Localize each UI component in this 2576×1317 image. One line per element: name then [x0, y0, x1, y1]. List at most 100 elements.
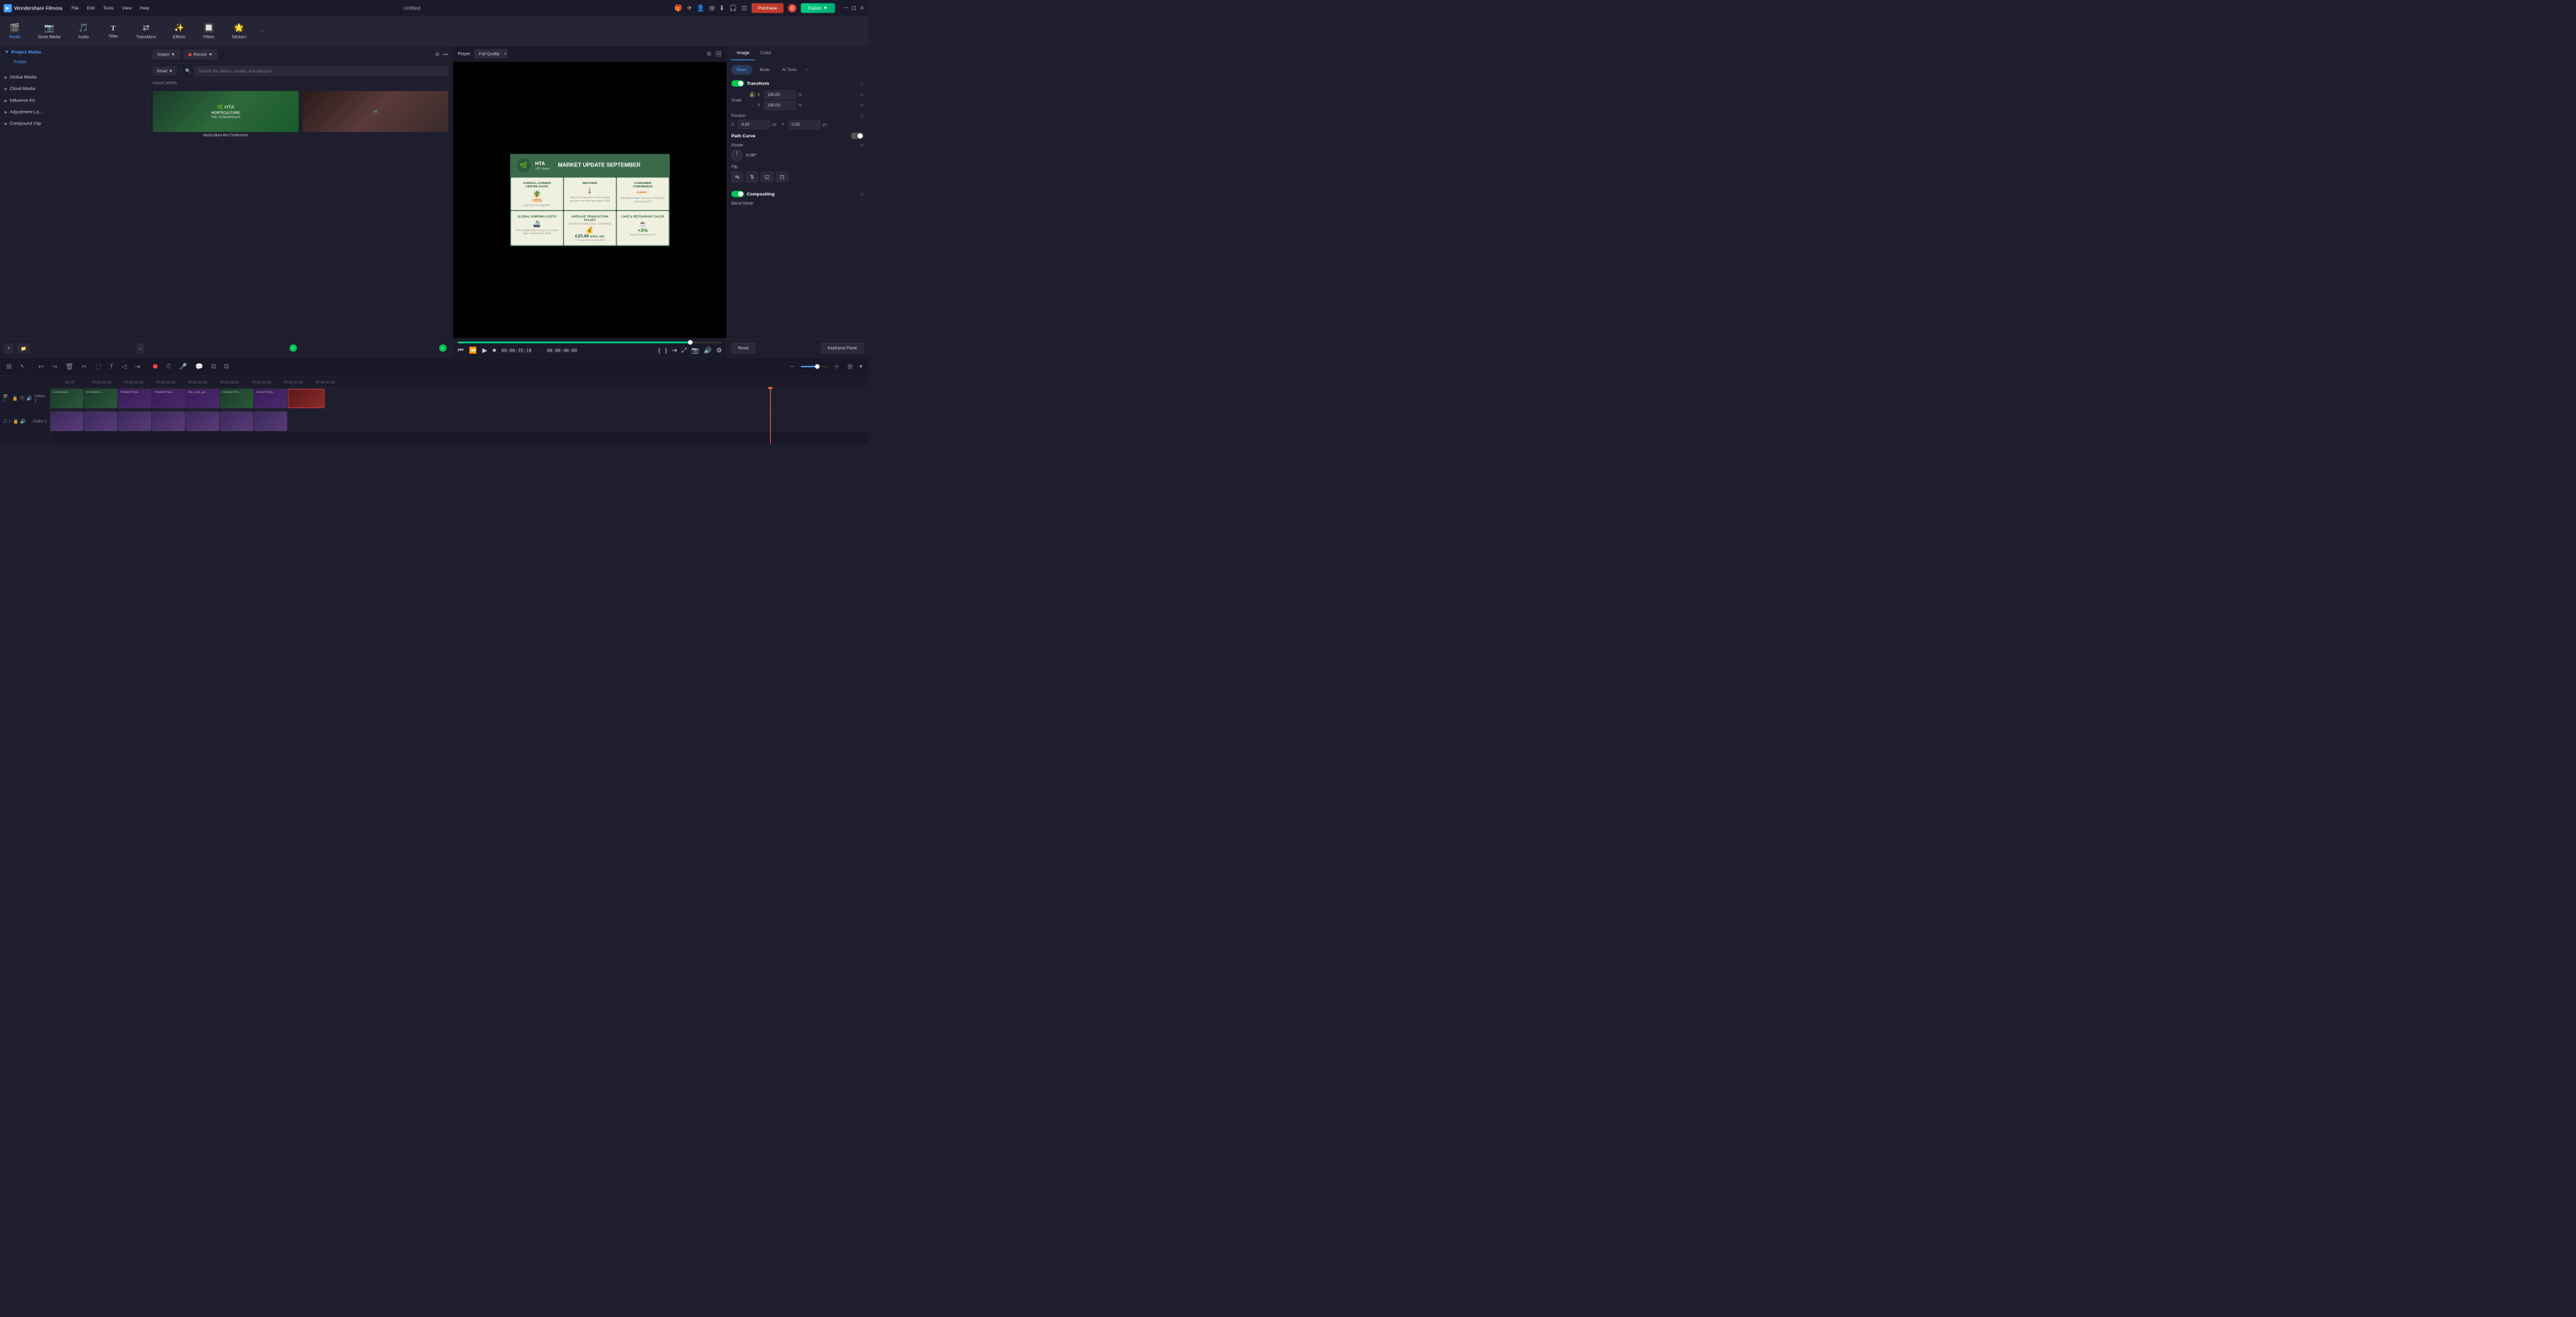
layout-grid-button[interactable]: ⊞ [846, 361, 855, 372]
sub-tab-ai-tools[interactable]: AI Tools [777, 65, 803, 74]
playhead[interactable] [770, 387, 771, 444]
audio-clip-4[interactable] [152, 412, 185, 431]
tree-item-adjustment-layer[interactable]: ▶ Adjustment La... [0, 106, 148, 118]
compositing-diamond-icon[interactable]: ◇ [861, 191, 864, 196]
collapse-panel-button[interactable]: ‹ [137, 344, 145, 354]
speed-button[interactable]: ⏱ [164, 361, 173, 372]
clip-active[interactable] [288, 389, 325, 408]
headphone-icon[interactable]: 🎧 [729, 4, 737, 11]
transform-diamond-icon[interactable]: ◇ [860, 80, 863, 86]
subtitle-button[interactable]: 💬 [194, 361, 205, 372]
download-icon[interactable]: ⬇ [719, 4, 725, 11]
purchase-button[interactable]: Purchase [752, 3, 784, 13]
more-icon[interactable]: ••• [443, 51, 448, 58]
tab-image[interactable]: Image [731, 46, 755, 60]
zoom-thumb[interactable] [815, 364, 819, 369]
copy-button[interactable]: ⧉ [223, 361, 231, 372]
audio-clip-7[interactable] [254, 412, 287, 431]
quality-select[interactable]: Full Quality [474, 49, 507, 58]
send-icon[interactable]: ✈ [687, 4, 692, 11]
skip-back-button[interactable]: ⏮ [457, 346, 463, 354]
record-button[interactable]: Record ▼ [183, 49, 217, 59]
toolbar-more-icon[interactable]: › [259, 26, 265, 37]
toolbar-stock-media[interactable]: 📷 Stock Media [35, 21, 64, 42]
multi-select-button[interactable]: ⇥ [133, 361, 141, 372]
maximize-icon[interactable]: ⊡ [852, 5, 857, 11]
scale-y-input[interactable]: 100.00 [764, 101, 796, 110]
clip-cross-party[interactable]: Cross Party... [254, 389, 287, 408]
audio-clip-3[interactable] [118, 412, 152, 431]
new-folder-button[interactable]: 📁 [18, 344, 30, 354]
markers-button[interactable]: ◁ [120, 361, 129, 372]
media-item-horticulture[interactable]: 🌿 HTA HORTICULTURE THE CONFERENCE ✓ Hort… [153, 91, 299, 353]
select-tool-button[interactable]: ↖ [18, 361, 27, 372]
pip-button[interactable]: ⧉ [210, 361, 218, 372]
toolbar-titles[interactable]: T Titles [103, 22, 123, 41]
search-input[interactable] [194, 66, 448, 76]
zoom-in-button[interactable]: ＋ [832, 360, 842, 373]
compositing-toggle[interactable] [731, 191, 744, 197]
import-button[interactable]: Import ▼ [153, 49, 180, 59]
clip-st-martins[interactable]: St Martins... [84, 389, 117, 408]
lock-audio-icon[interactable]: 🔒 [13, 418, 18, 423]
progress-bar[interactable] [457, 342, 722, 344]
export-button[interactable]: Export ▼ [801, 3, 835, 13]
split-button[interactable]: ✂ [80, 361, 89, 372]
sub-tab-mask[interactable]: Mask [754, 65, 775, 74]
bracket-open-button[interactable]: { [658, 346, 660, 354]
redo-button[interactable]: ↪ [50, 361, 59, 372]
timeline-ruler[interactable]: 00:00 00:00:05:00 00:00:10:00 00:00:15:0… [50, 375, 868, 387]
clip-henilan[interactable]: Henilan Flo... [220, 389, 253, 408]
media-item-2[interactable]: 📹 ✓ [302, 91, 449, 353]
delete-button[interactable]: 🗑 [64, 361, 75, 372]
scale-x-input[interactable]: 100.00 [764, 90, 796, 99]
lock-track-icon[interactable]: 🔒 [12, 396, 18, 401]
project-media-section[interactable]: ▼ Project Media [5, 49, 143, 55]
filter-icon[interactable]: ⚙ [435, 51, 440, 58]
fullscreen-player-button[interactable]: ⤢ [681, 346, 687, 354]
settings-button[interactable]: ⚙ [716, 346, 721, 354]
clip-hta-garden[interactable]: hta_and_ga... [186, 389, 219, 408]
menu-file[interactable]: File [72, 5, 79, 11]
toolbar-filters[interactable]: 🔲 Filters [198, 21, 219, 42]
clip-horticulture[interactable]: Horticulture [50, 389, 83, 408]
tree-item-compound-clip[interactable]: ▶ Compound Clip [0, 118, 148, 129]
flip-horizontal-button[interactable]: ⇆ [731, 171, 744, 182]
scale-y-diamond-icon[interactable]: ◇ [861, 103, 864, 108]
person-icon[interactable]: 👤 [697, 4, 705, 11]
menu-help[interactable]: Help [140, 5, 150, 11]
in-out-button[interactable]: ⇥ [672, 346, 677, 354]
transform-toggle[interactable] [731, 80, 744, 87]
tree-item-cloud-media[interactable]: ▶ Cloud Media [0, 83, 148, 95]
add-track-button[interactable]: ⊞ [5, 361, 14, 372]
undo-button[interactable]: ↩ [37, 361, 45, 372]
folder-item[interactable]: Folder [5, 57, 143, 68]
tree-item-influence-kit[interactable]: ▶ Influence Kit [0, 95, 148, 106]
menu-view[interactable]: View [122, 5, 131, 11]
play-button[interactable]: ▶ [482, 346, 487, 354]
fullscreen-icon[interactable]: 🖼 [715, 51, 722, 57]
toolbar-media[interactable]: 🎬 Media [5, 21, 25, 42]
scale-x-diamond-icon[interactable]: ◇ [861, 92, 864, 97]
snapshot-button[interactable]: 📷 [691, 346, 699, 354]
rotate-diamond-icon[interactable]: ◇ [861, 143, 864, 147]
flip-btn-3[interactable]: ◱ [761, 171, 773, 182]
eye-track-icon[interactable]: 👁 [19, 396, 25, 401]
record-timeline-button[interactable] [152, 361, 160, 372]
grid-view-icon[interactable]: ⊞ [707, 51, 712, 57]
menu-edit[interactable]: Edit [87, 5, 95, 11]
position-diamond-icon[interactable]: ◇ [861, 114, 864, 118]
tree-item-global-media[interactable]: ▶ Global Media [0, 71, 148, 83]
vol-track-icon[interactable]: 🔊 [26, 396, 32, 401]
layout-icon[interactable]: ⊡ [742, 4, 747, 11]
position-x-input[interactable]: 0.00 [738, 120, 770, 129]
audio-clip-6[interactable] [220, 412, 253, 431]
add-folder-button[interactable]: + [3, 344, 14, 354]
crop-button[interactable]: ⬚ [93, 361, 103, 372]
toolbar-transitions[interactable]: ⇄ Transitions [133, 21, 160, 42]
volume-button[interactable]: 🔊 [704, 346, 712, 354]
toolbar-audio[interactable]: 🎵 Audio [73, 21, 93, 42]
zoom-out-button[interactable]: － [787, 360, 797, 373]
toolbar-effects[interactable]: ✨ Effects [169, 21, 189, 42]
step-back-button[interactable]: ⏪ [469, 346, 477, 354]
